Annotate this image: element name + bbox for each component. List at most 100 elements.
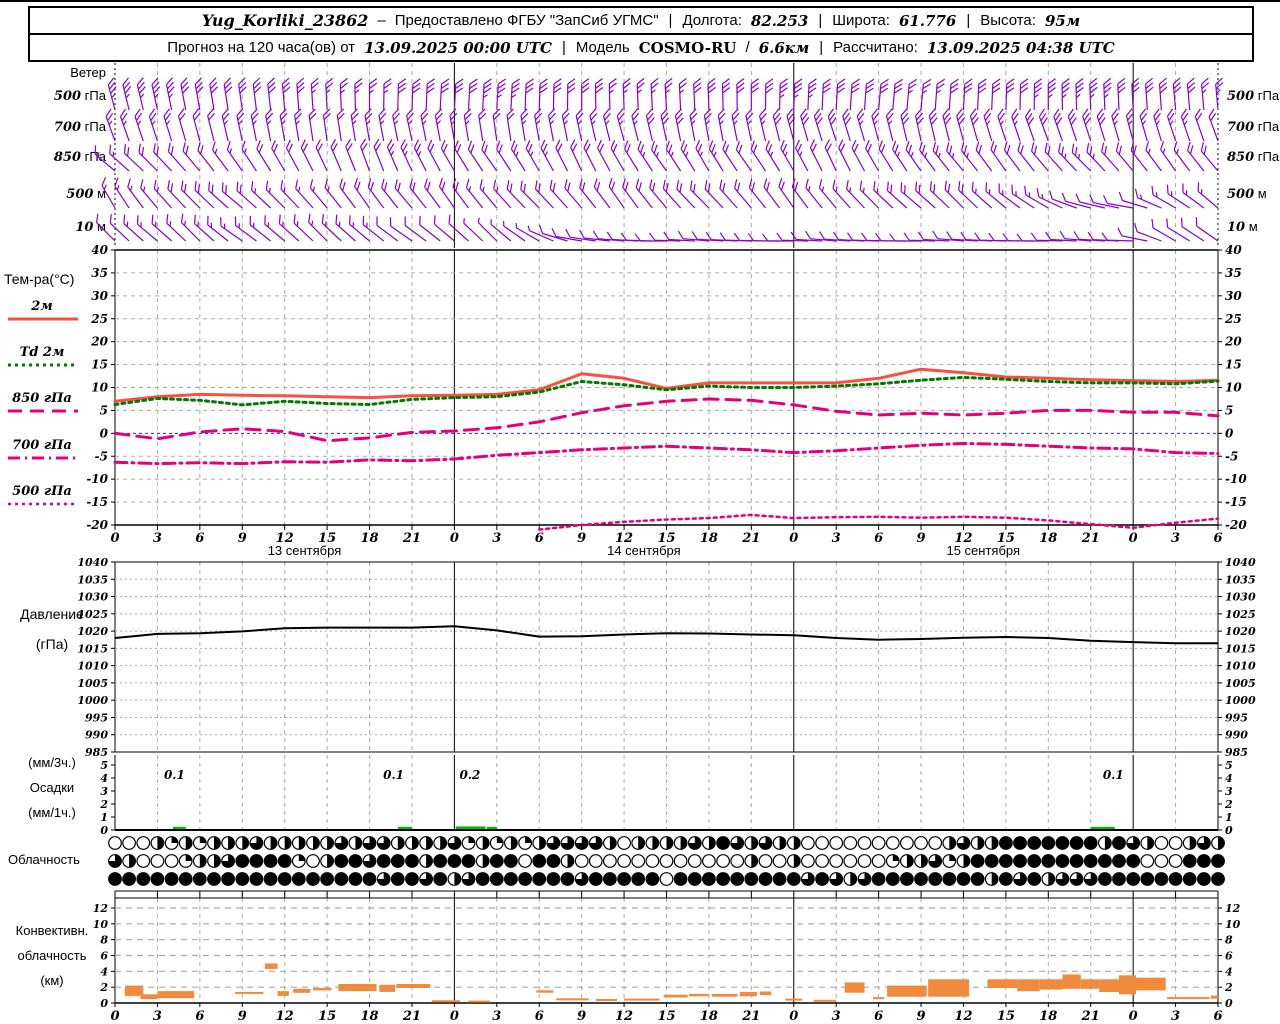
svg-text:1040: 1040 xyxy=(77,556,108,569)
svg-text:995: 995 xyxy=(85,711,108,724)
svg-text:21: 21 xyxy=(741,1009,760,1024)
date-labels: 13 сентября 14 сентября 15 сентября xyxy=(268,543,1020,558)
svg-text:15: 15 xyxy=(318,1009,336,1024)
convective-cloud-bars xyxy=(124,963,1218,1003)
svg-text:0.2: 0.2 xyxy=(459,768,480,782)
svg-text:0: 0 xyxy=(110,1009,119,1024)
svg-text:1040: 1040 xyxy=(1225,556,1256,569)
svg-text:-10: -10 xyxy=(1225,472,1247,486)
svg-text:0: 0 xyxy=(1225,824,1233,837)
svg-text:0: 0 xyxy=(450,1009,459,1024)
svg-text:3: 3 xyxy=(492,531,501,546)
wind-barbs-row-1 xyxy=(107,77,1224,111)
svg-text:0.1: 0.1 xyxy=(1103,768,1124,782)
svg-text:3: 3 xyxy=(492,1009,501,1024)
svg-text:8: 8 xyxy=(1225,934,1233,947)
svg-text:0: 0 xyxy=(110,531,119,546)
svg-text:3: 3 xyxy=(1171,1009,1180,1024)
svg-text:10: 10 xyxy=(1225,381,1242,395)
svg-text:-20: -20 xyxy=(86,518,108,532)
svg-text:20: 20 xyxy=(1224,335,1242,349)
svg-text:10: 10 xyxy=(93,918,109,931)
svg-text:0: 0 xyxy=(1129,1009,1138,1024)
svg-text:1035: 1035 xyxy=(77,573,108,586)
svg-text:0: 0 xyxy=(789,531,798,546)
svg-text:12: 12 xyxy=(615,1009,633,1024)
svg-text:40: 40 xyxy=(91,243,108,257)
svg-text:3: 3 xyxy=(1225,785,1233,798)
svg-text:9: 9 xyxy=(238,531,247,546)
svg-text:14 сентября: 14 сентября xyxy=(607,543,681,558)
wind-barbs-row-5 xyxy=(96,213,1219,242)
svg-text:8: 8 xyxy=(100,934,108,947)
svg-text:1000: 1000 xyxy=(77,694,108,707)
svg-text:985: 985 xyxy=(1225,746,1248,759)
svg-text:15: 15 xyxy=(91,358,108,372)
svg-text:12: 12 xyxy=(276,1009,294,1024)
svg-text:10: 10 xyxy=(1225,918,1241,931)
svg-text:985: 985 xyxy=(85,746,108,759)
svg-text:1025: 1025 xyxy=(77,608,108,621)
meteogram-chart: 40 4035 3530 3025 2520 2015 1510 105 50 0-5 -5-10-… xyxy=(77,63,1256,1024)
svg-text:18: 18 xyxy=(1039,1009,1057,1024)
svg-text:18: 18 xyxy=(700,531,718,546)
svg-text:2: 2 xyxy=(1224,798,1233,811)
svg-text:4: 4 xyxy=(100,772,108,785)
svg-text:1015: 1015 xyxy=(1225,642,1256,655)
svg-text:21: 21 xyxy=(741,531,760,546)
svg-text:6: 6 xyxy=(1213,531,1222,546)
svg-text:4: 4 xyxy=(100,965,108,978)
svg-text:-10: -10 xyxy=(86,472,108,486)
svg-text:12: 12 xyxy=(954,1009,972,1024)
svg-text:9: 9 xyxy=(577,531,586,546)
svg-text:15: 15 xyxy=(657,1009,675,1024)
cloud-cover-row-3 xyxy=(108,872,1225,886)
svg-text:3: 3 xyxy=(832,531,841,546)
svg-text:6: 6 xyxy=(100,950,108,963)
svg-text:10: 10 xyxy=(91,381,108,395)
svg-text:18: 18 xyxy=(700,1009,718,1024)
svg-text:3: 3 xyxy=(832,1009,841,1024)
svg-text:1010: 1010 xyxy=(1225,660,1256,673)
svg-text:9: 9 xyxy=(917,531,926,546)
svg-text:4: 4 xyxy=(1225,965,1233,978)
svg-text:1005: 1005 xyxy=(77,677,108,690)
svg-text:1035: 1035 xyxy=(1225,573,1256,586)
svg-text:35: 35 xyxy=(1225,266,1242,280)
svg-text:1: 1 xyxy=(1225,811,1233,824)
svg-text:-15: -15 xyxy=(1225,495,1247,509)
svg-text:5: 5 xyxy=(1225,403,1233,417)
svg-text:6: 6 xyxy=(195,531,204,546)
svg-text:21: 21 xyxy=(402,531,421,546)
precip-value-labels: 0.1 0.1 0.2 0.1 xyxy=(164,768,1124,782)
svg-text:18: 18 xyxy=(360,1009,378,1024)
svg-text:0: 0 xyxy=(789,1009,798,1024)
svg-text:15 сентября: 15 сентября xyxy=(946,543,1020,558)
svg-text:3: 3 xyxy=(100,785,108,798)
svg-text:1005: 1005 xyxy=(1225,677,1256,690)
svg-text:995: 995 xyxy=(1225,711,1248,724)
svg-text:1030: 1030 xyxy=(77,591,108,604)
cloud-cover-row-2 xyxy=(108,854,1225,868)
svg-text:6: 6 xyxy=(874,1009,883,1024)
svg-text:6: 6 xyxy=(195,1009,204,1024)
svg-text:9: 9 xyxy=(917,1009,926,1024)
svg-text:-15: -15 xyxy=(86,495,108,509)
svg-text:30: 30 xyxy=(1225,289,1242,303)
wind-barbs-row-3 xyxy=(94,138,1219,172)
svg-text:20: 20 xyxy=(90,335,108,349)
svg-text:-5: -5 xyxy=(1225,449,1238,463)
svg-text:3: 3 xyxy=(153,531,162,546)
svg-text:18: 18 xyxy=(1039,531,1057,546)
svg-text:0: 0 xyxy=(1129,531,1138,546)
svg-text:21: 21 xyxy=(402,1009,421,1024)
svg-text:0: 0 xyxy=(100,824,108,837)
svg-text:6: 6 xyxy=(1213,1009,1222,1024)
svg-text:30: 30 xyxy=(91,289,108,303)
cloud-cover-row-1 xyxy=(108,836,1225,850)
svg-text:9: 9 xyxy=(577,1009,586,1024)
svg-text:2: 2 xyxy=(99,981,108,994)
svg-text:9: 9 xyxy=(238,1009,247,1024)
svg-text:13 сентября: 13 сентября xyxy=(268,543,342,558)
svg-text:-5: -5 xyxy=(95,449,108,463)
